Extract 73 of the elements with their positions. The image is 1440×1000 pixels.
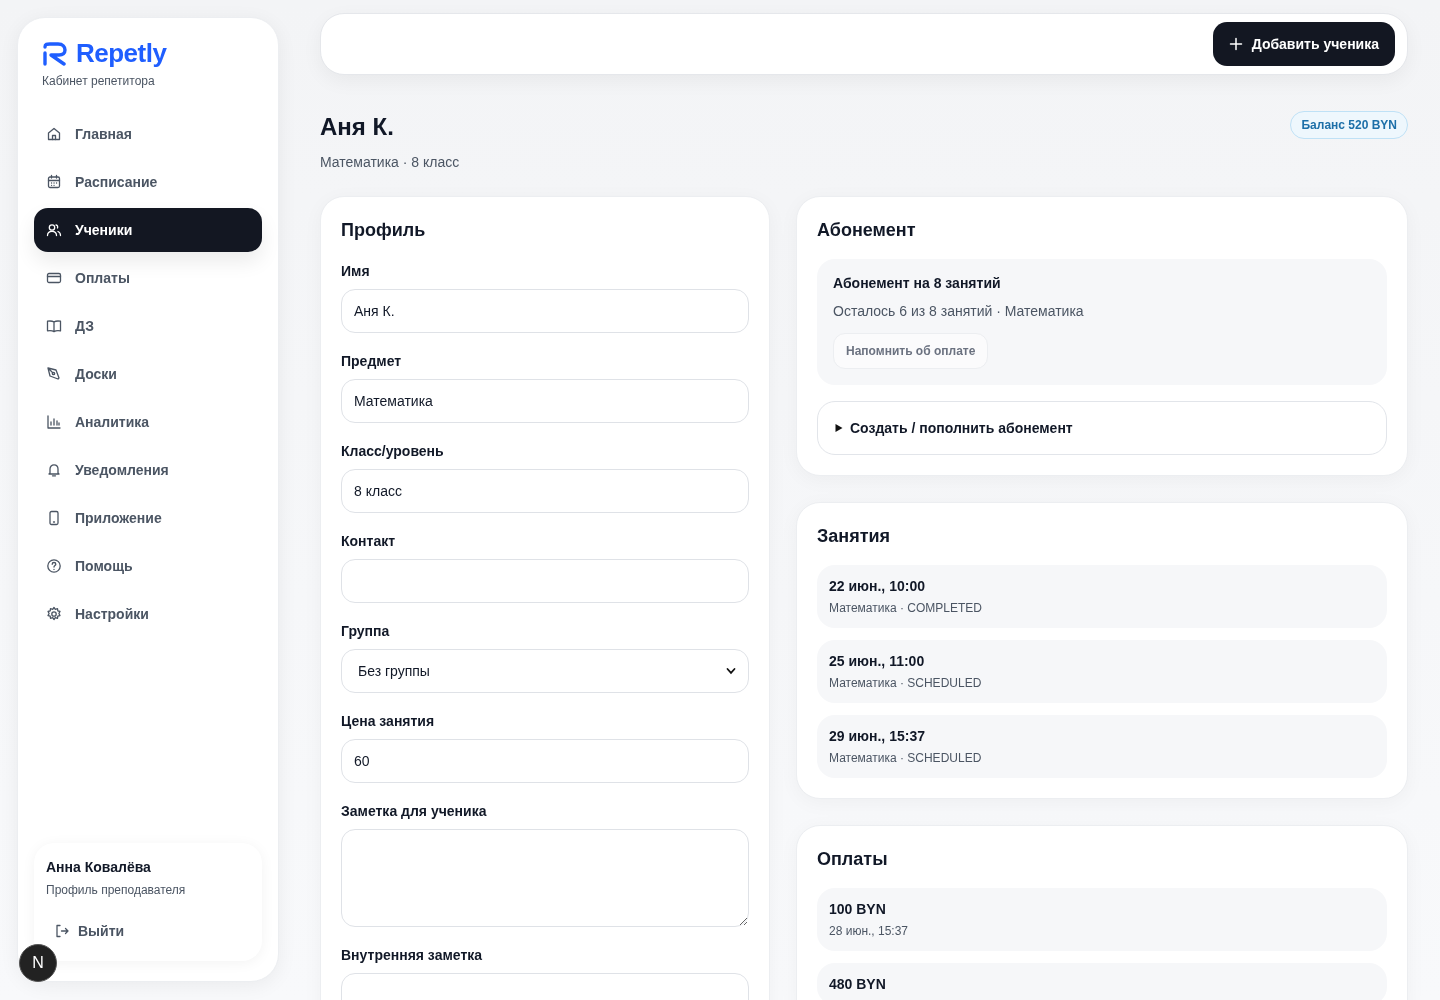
card-title: Абонемент [817,220,917,241]
triangle-icon [834,423,844,433]
logo-icon [42,41,70,66]
nav-item[interactable]: Помощь [34,544,262,588]
input-field[interactable]: 60 [341,739,749,783]
help-icon [46,558,62,574]
settings-icon [46,606,62,622]
field-label: Цена занятия [341,713,436,729]
card-title: Профиль [341,220,427,241]
calendar-icon [46,174,62,190]
lesson-item[interactable]: 29 июн., 15:37 Математика · SCHEDULED [817,715,1387,778]
home-icon [46,126,62,142]
input-field[interactable]: Математика [341,379,749,423]
field-label: Заметка для ученика [341,803,488,819]
lesson-item[interactable]: 25 июн., 11:00 Математика · SCHEDULED [817,640,1387,703]
user-name: Анна Ковалёва [46,859,152,875]
input-field[interactable]: 8 класс [341,469,749,513]
lesson-date: 25 июн., 11:00 [829,653,926,669]
lesson-info: Математика · SCHEDULED [829,751,983,765]
logo-text: Repetly [76,38,167,69]
field-label: Класс/уровень [341,443,445,459]
add-student-button[interactable]: Добавить ученика [1212,22,1395,66]
nav-item[interactable]: Настройки [34,592,262,636]
create-subscription-toggle[interactable]: Создать / пополнить абонемент [817,401,1387,455]
field-label: Внутренняя заметка [341,947,484,963]
plan-name: Абонемент на 8 занятий [833,275,1002,291]
remind-button[interactable]: Напомнить об оплате [833,333,989,369]
bar-chart-icon [46,414,62,430]
logout-button[interactable]: Выйти [46,917,133,945]
field-label: Контакт [341,533,397,549]
field-label: Предмет [341,353,403,369]
user-role: Профиль преподавателя [46,883,187,897]
nav-item[interactable]: Доски [34,352,262,396]
nav-item[interactable]: Аналитика [34,400,262,444]
student-subtitle: Математика · 8 класс [320,154,460,170]
payment-amount: 100 BYN [829,901,887,917]
chevron-down-icon [726,666,736,676]
logout-icon [54,923,70,939]
nav-item[interactable]: Оплаты [34,256,262,300]
nav-item[interactable]: Уведомления [34,448,262,492]
nav-item[interactable]: Приложение [34,496,262,540]
bell-icon [46,462,62,478]
payment-date: 28 июн., 15:37 [829,924,910,938]
lesson-item[interactable]: 22 июн., 10:00 Математика · COMPLETED [817,565,1387,628]
select-field[interactable]: Без группы [341,649,749,693]
plus-icon [1228,37,1243,51]
input-field[interactable] [341,559,749,603]
input-field[interactable]: Аня К. [341,289,749,333]
phone-icon [46,510,62,526]
nav-item[interactable]: Главная [34,112,262,156]
balance-badge: Баланс 520 BYN [1290,111,1408,139]
payment-item[interactable]: 480 BYN [817,963,1387,1000]
lesson-date: 22 июн., 10:00 [829,578,926,594]
lesson-info: Математика · COMPLETED [829,601,983,615]
book-icon [46,318,62,334]
nav-item[interactable]: ДЗ [34,304,262,348]
nav-item[interactable]: Расписание [34,160,262,204]
payment-amount: 480 BYN [829,976,887,992]
nav-item[interactable]: Ученики [34,208,262,252]
card-title: Оплаты [817,849,889,870]
lesson-date: 29 июн., 15:37 [829,728,926,744]
textarea-field[interactable] [341,829,749,927]
student-name: Аня К. [320,113,395,141]
pen-icon [46,366,62,382]
field-label: Группа [341,623,391,639]
users-icon [46,222,62,238]
sidebar-subtitle: Кабинет репетитора [41,74,156,88]
plan-remaining: Осталось 6 из 8 занятий · Математика [833,303,1085,319]
card-icon [46,270,62,286]
card-title: Занятия [817,526,892,547]
lesson-info: Математика · SCHEDULED [829,676,983,690]
payment-item[interactable]: 100 BYN 28 июн., 15:37 [817,888,1387,951]
field-label: Имя [341,263,371,279]
